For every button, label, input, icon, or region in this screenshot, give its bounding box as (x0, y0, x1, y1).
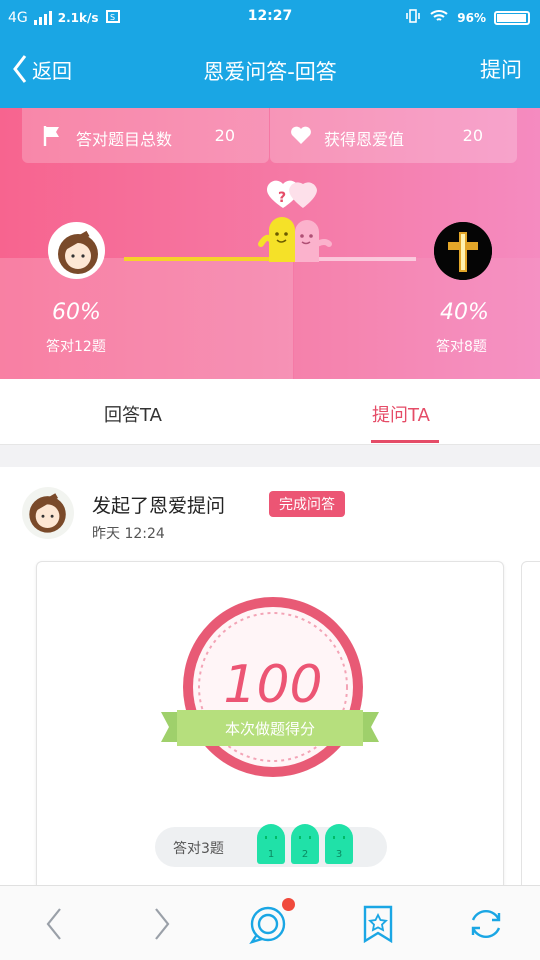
answer-mark-3: 3 (325, 824, 353, 864)
left-progress-line (124, 257, 270, 261)
back-button[interactable]: 返回 (12, 54, 72, 84)
feed-time: 昨天 12:24 (92, 526, 165, 542)
answer-mark-2: 2 (291, 824, 319, 864)
heart-icon (290, 125, 312, 149)
feed: 发起了恩爱提问 完成问答 昨天 12:24 100 本次做题得分 答对3题 1 … (0, 467, 540, 885)
tab-answer[interactable]: 回答TA (104, 401, 162, 427)
stats-panel: 答对题目总数 20 获得恩爱值 20 ? 60% 答对12题 40% 答对8题 (0, 108, 540, 379)
bookmark-star-icon (363, 905, 393, 943)
answer-mark-1: 1 (257, 824, 285, 864)
right-stats-bg (294, 258, 540, 379)
notification-dot (282, 898, 295, 911)
chat-bubble-icon (249, 906, 286, 944)
tab-indicator (371, 440, 439, 443)
refresh-button[interactable] (466, 904, 506, 944)
ask-button[interactable]: 提问 (480, 54, 522, 84)
chevron-left-icon (46, 908, 61, 940)
correct-total-card: 答对题目总数 20 (22, 108, 269, 163)
user-avatar-right[interactable] (434, 222, 492, 280)
score-ribbon: 本次做题得分 (161, 710, 379, 746)
chevron-left-icon (13, 55, 27, 83)
tab-bar: 回答TA 提问TA (0, 379, 540, 445)
right-sub: 答对8题 (436, 339, 487, 355)
right-percent: 40% (440, 300, 489, 325)
love-value-label: 获得恩爱值 (324, 130, 405, 149)
feed-avatar[interactable] (22, 487, 74, 539)
correct-total-value: 20 (214, 126, 235, 145)
battery-icon (494, 11, 530, 25)
battery-percent: 96% (457, 11, 486, 25)
flag-icon (42, 125, 62, 151)
tab-ask[interactable]: 提问TA (372, 401, 430, 427)
score-card[interactable]: 100 本次做题得分 答对3题 1 2 3 (36, 561, 504, 885)
feed-title: 发起了恩爱提问 (92, 495, 226, 517)
bottom-toolbar (0, 885, 540, 960)
page-title: 恩爱问答-回答 (203, 60, 337, 84)
chat-button[interactable] (248, 904, 288, 944)
wifi-icon (429, 8, 449, 28)
score-medal-icon: 100 (183, 597, 363, 777)
back-nav-button[interactable] (34, 904, 74, 944)
question-mark: ? (278, 190, 286, 206)
status-bar: 4G 2.1k/s S 12:27 96% (0, 0, 540, 34)
favorite-button[interactable] (358, 904, 398, 944)
vibrate-icon (405, 8, 421, 28)
next-card-peek[interactable] (521, 561, 540, 885)
user-avatar-left[interactable] (48, 222, 105, 279)
chevron-right-icon (155, 908, 170, 940)
couple-mascot-icon: ? (258, 180, 332, 262)
status-badge: 完成问答 (269, 491, 345, 517)
back-label: 返回 (32, 58, 72, 83)
nav-bar: 返回 恩爱问答-回答 提问 (0, 34, 540, 108)
score-ribbon-label: 本次做题得分 (225, 720, 315, 738)
left-percent: 60% (52, 300, 101, 325)
love-value-value: 20 (462, 126, 483, 145)
left-sub: 答对12题 (46, 339, 106, 355)
left-stats-bg (0, 258, 293, 379)
refresh-icon (471, 910, 501, 938)
correct-total-label: 答对题目总数 (76, 130, 173, 149)
love-value-card: 获得恩爱值 20 (270, 108, 517, 163)
answered-label: 答对3题 (173, 841, 224, 857)
forward-nav-button[interactable] (142, 904, 182, 944)
